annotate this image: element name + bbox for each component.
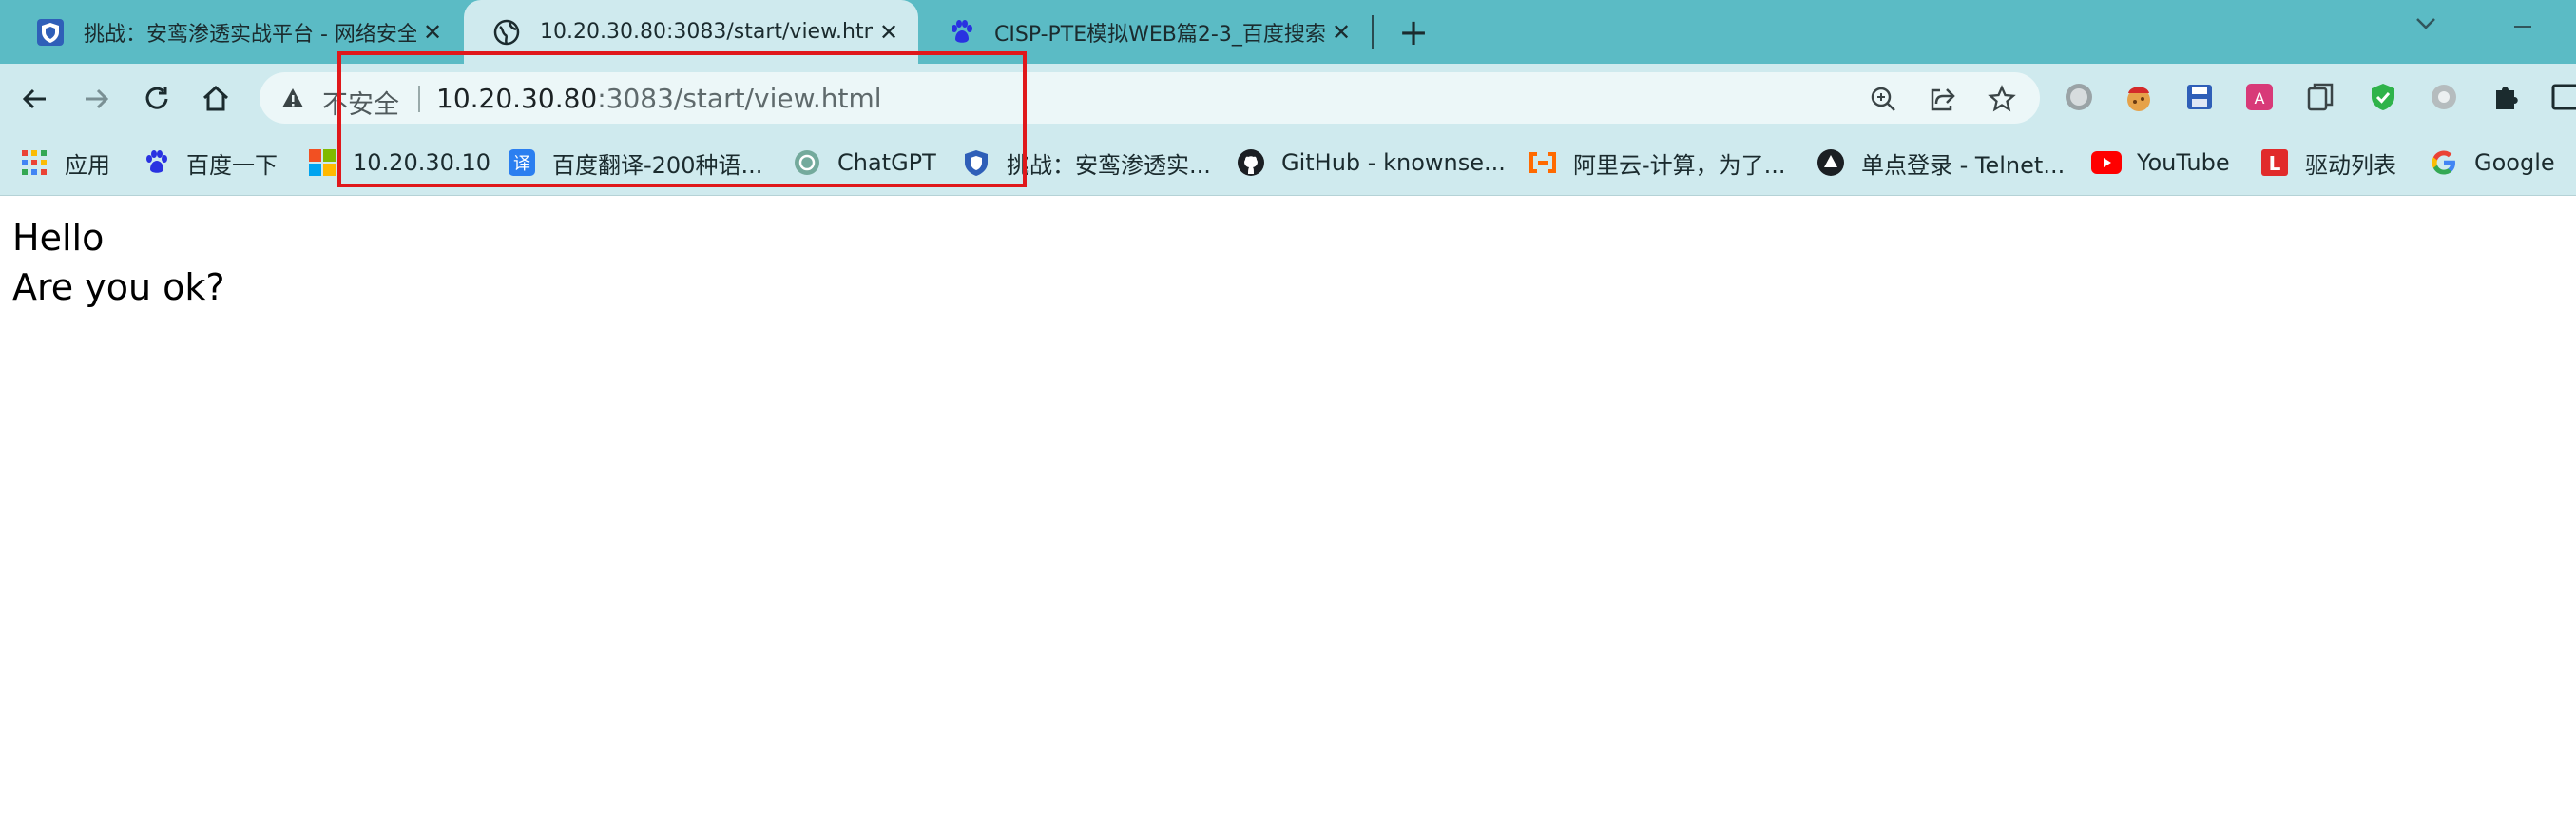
omnibox-divider: [418, 86, 420, 112]
shield-icon: [36, 18, 65, 47]
bookmark-aliyun[interactable]: 阿里云-计算，为了...: [1528, 144, 1786, 182]
github-icon: [1236, 147, 1266, 178]
bookmark-label: 单点登录 - Telnet...: [1861, 151, 2066, 179]
bookmark-label: Google: [2474, 149, 2555, 176]
tab-baidu-search[interactable]: CISP-PTE模拟WEB篇2-3_百度搜索 ✕: [918, 0, 1371, 64]
windows-logo-icon: [307, 147, 337, 178]
bookmark-label: 驱动列表: [2305, 151, 2396, 179]
bookmark-baidu[interactable]: 百度一下: [141, 144, 278, 182]
bookmark-label: 应用: [65, 151, 110, 179]
google-icon: [2429, 147, 2459, 178]
telnet-icon: [1816, 147, 1846, 178]
bookmark-github[interactable]: GitHub - knownse...: [1236, 144, 1506, 182]
baidu-paw-icon: [141, 147, 171, 178]
question-text: Are you ok?: [12, 266, 225, 308]
tab-separator: [1372, 15, 1374, 49]
bookmark-label: ChatGPT: [837, 149, 936, 176]
bookmark-telnet-sso[interactable]: 单点登录 - Telnet...: [1816, 144, 2065, 182]
bookmark-label: 10.20.30.10: [353, 149, 491, 176]
page-content: Hello Are you ok?: [12, 213, 225, 312]
svg-text:L: L: [2269, 152, 2281, 175]
url-host: 10.20.30.80: [436, 83, 598, 114]
tab-title: 10.20.30.80:3083/start/view.html: [540, 20, 873, 44]
tab-title: CISP-PTE模拟WEB篇2-3_百度搜索: [994, 22, 1325, 47]
bookmark-label: 挑战：安鸾渗透实...: [1007, 151, 1211, 179]
address-bar[interactable]: 不安全 10.20.30.80:3083/start/view.html: [260, 72, 2040, 124]
svg-text:A: A: [2255, 89, 2265, 107]
bookmark-driver-list[interactable]: L 驱动列表: [2259, 144, 2396, 182]
not-secure-warning-icon[interactable]: [280, 86, 305, 110]
translate-extension-icon[interactable]: A: [2241, 79, 2278, 115]
save-extension-icon[interactable]: [2182, 79, 2218, 115]
bookmark-anluan[interactable]: 挑战：安鸾渗透实...: [961, 144, 1211, 182]
bookmark-label: 百度翻译-200种语...: [552, 151, 763, 179]
reload-button[interactable]: [135, 77, 179, 121]
url-path: :3083/start/view.html: [597, 83, 882, 114]
new-tab-button[interactable]: +: [1390, 11, 1437, 53]
bookmark-chatgpt[interactable]: ChatGPT: [792, 144, 936, 182]
bookmark-label: YouTube: [2137, 149, 2230, 176]
bookmark-label: 阿里云-计算，为了...: [1573, 151, 1786, 179]
bookmarks-bar: 应用 百度一下 10.20.30.10 译 百度翻译-200种语... Chat…: [0, 132, 2576, 196]
svg-text:译: 译: [513, 154, 530, 174]
chatgpt-icon: [792, 147, 822, 178]
bookmark-apps[interactable]: 应用: [19, 144, 110, 182]
globe-extension-icon[interactable]: [2061, 79, 2097, 115]
tab-close-icon[interactable]: ✕: [416, 16, 449, 49]
tab-strip: 挑战：安鸾渗透实战平台 - 网络安全 ✕ 10.20.30.80:3083/st…: [0, 0, 2576, 64]
tab-view-html[interactable]: 10.20.30.80:3083/start/view.html ✕: [464, 0, 918, 64]
bookmark-label: 百度一下: [186, 151, 278, 179]
youtube-icon: [2091, 147, 2122, 178]
share-icon[interactable]: [1925, 82, 1959, 116]
apps-grid-icon: [19, 147, 49, 178]
shield-icon: [961, 147, 991, 178]
globe-icon: [492, 18, 521, 47]
shield-check-extension-icon[interactable]: [2365, 79, 2401, 115]
bookmark-google[interactable]: Google: [2429, 144, 2555, 182]
browser-toolbar: 不安全 10.20.30.80:3083/start/view.html A: [0, 64, 2576, 132]
bookmark-youtube[interactable]: YouTube: [2091, 144, 2230, 182]
extensions-puzzle-icon[interactable]: [2489, 79, 2525, 115]
bookmark-label: GitHub - knownse...: [1281, 149, 1506, 176]
bookmark-star-icon[interactable]: [1985, 82, 2019, 116]
arrow-right-icon: [86, 88, 109, 109]
forward-button[interactable]: [74, 77, 118, 121]
translate-icon: 译: [507, 147, 537, 178]
minimize-icon[interactable]: [2509, 8, 2536, 41]
aliyun-icon: [1528, 147, 1558, 178]
grey-extension-icon[interactable]: [2426, 79, 2462, 115]
home-button[interactable]: [194, 77, 238, 121]
back-button[interactable]: [13, 77, 57, 121]
tab-close-icon[interactable]: ✕: [873, 16, 905, 49]
greeting-text: Hello: [12, 217, 105, 259]
copy-extension-icon[interactable]: [2302, 79, 2338, 115]
driver-list-icon: L: [2259, 147, 2290, 178]
bookmark-10-20-30-10[interactable]: 10.20.30.10: [307, 144, 490, 182]
baidu-paw-icon: [947, 18, 975, 47]
side-panel-icon[interactable]: [2547, 79, 2576, 115]
tab-close-icon[interactable]: ✕: [1325, 16, 1357, 49]
tab-search-chevron-icon[interactable]: [2413, 10, 2439, 43]
url-text[interactable]: 10.20.30.80:3083/start/view.html: [436, 83, 882, 114]
bookmark-baidu-translate[interactable]: 译 百度翻译-200种语...: [507, 144, 762, 182]
tab-anluan[interactable]: 挑战：安鸾渗透实战平台 - 网络安全 ✕: [8, 0, 462, 64]
zoom-icon[interactable]: [1866, 82, 1900, 116]
tab-title: 挑战：安鸾渗透实战平台 - 网络安全: [84, 22, 416, 47]
arrow-left-icon: [22, 88, 46, 109]
reload-icon: [145, 87, 168, 109]
home-icon: [202, 85, 229, 111]
cookie-extension-icon[interactable]: [2121, 79, 2157, 115]
security-status-label[interactable]: 不安全: [322, 84, 399, 121]
